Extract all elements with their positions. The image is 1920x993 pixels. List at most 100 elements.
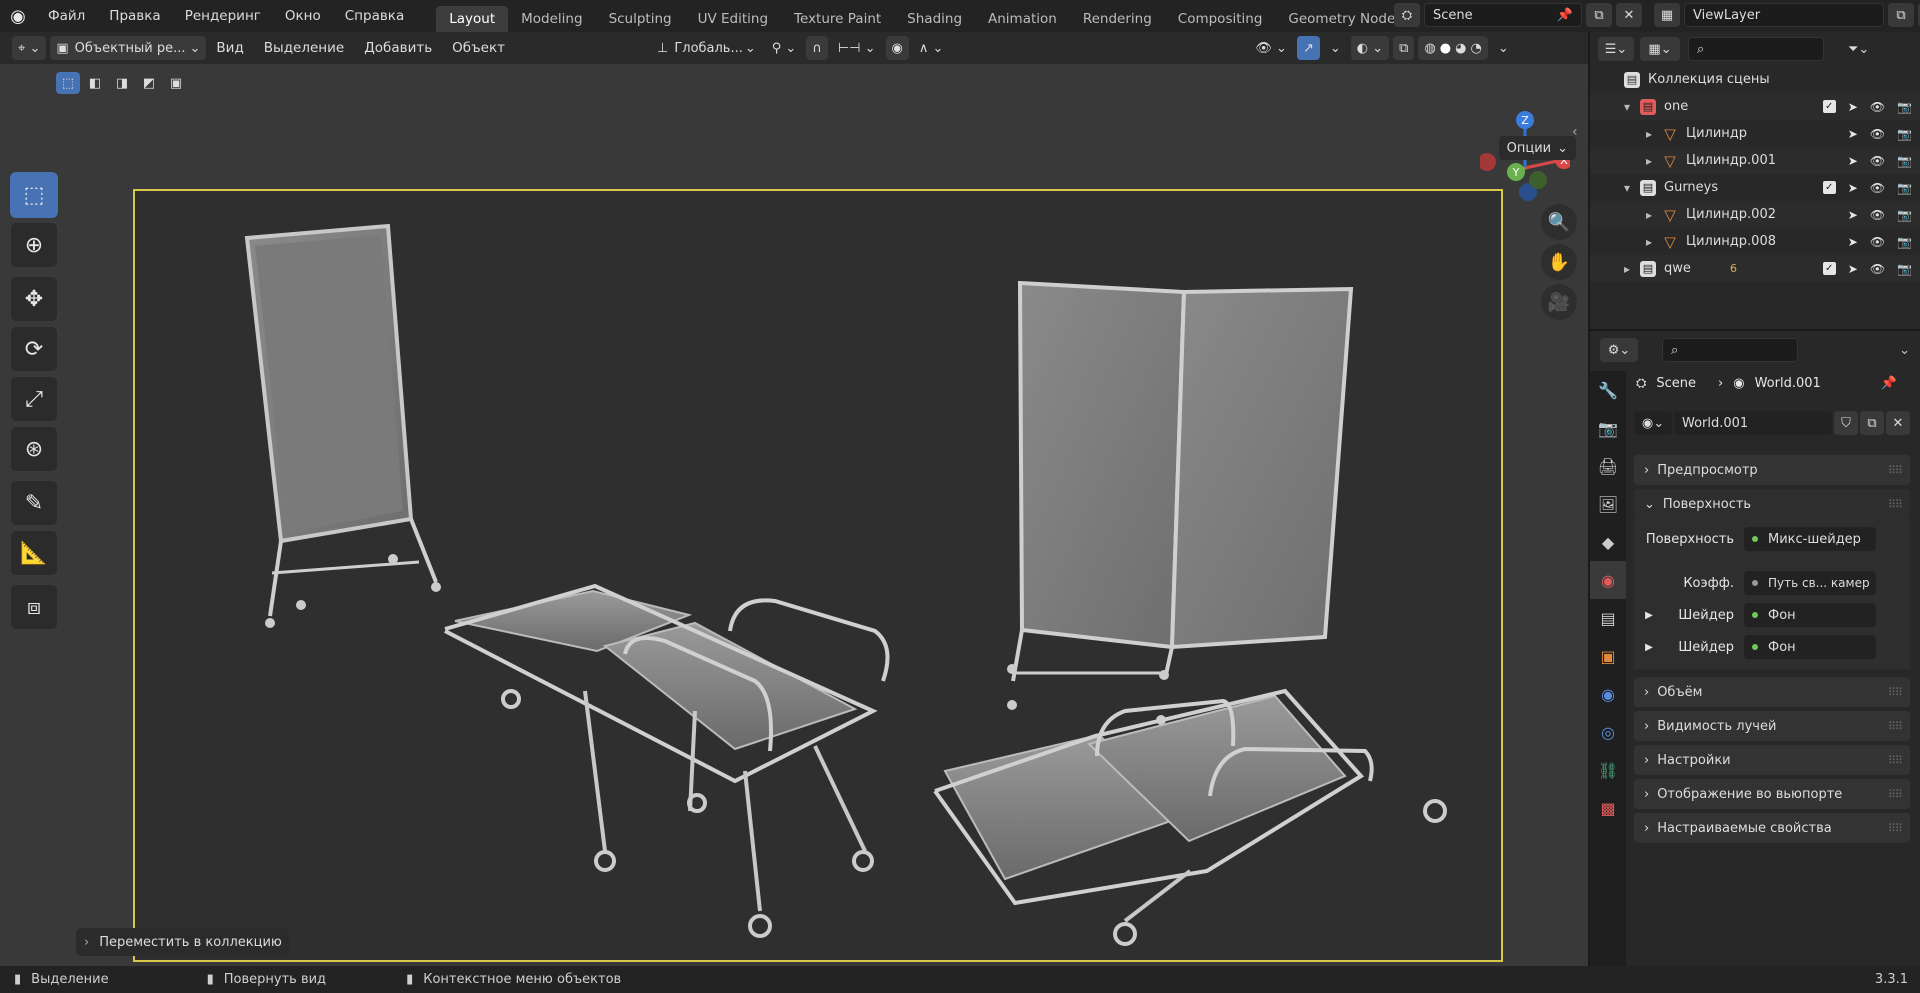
selectable-cursor-icon[interactable]: ➤ bbox=[1848, 154, 1858, 168]
expand-arrow-icon[interactable]: ▸ bbox=[1646, 154, 1662, 168]
render-tab-icon[interactable]: 📷 bbox=[1590, 409, 1626, 447]
select-extend-icon[interactable]: ◧ bbox=[83, 72, 107, 94]
wireframe-shading-icon[interactable]: ◍ bbox=[1424, 41, 1435, 56]
unlink-world-icon[interactable]: ✕ bbox=[1886, 411, 1910, 435]
tab-texture-paint[interactable]: Texture Paint bbox=[781, 6, 894, 32]
world-browse-icon[interactable]: ◉⌄ bbox=[1634, 411, 1672, 435]
snap-increment-icon[interactable]: ⊢⊣ ⌄ bbox=[831, 36, 882, 60]
last-operator-panel[interactable]: › Переместить в коллекцию bbox=[76, 928, 289, 956]
visibility-eye-icon[interactable]: 👁 ⌄ bbox=[1249, 36, 1293, 60]
menu-help[interactable]: Справка bbox=[333, 0, 416, 32]
exclude-checkbox[interactable]: ✓ bbox=[1822, 262, 1836, 275]
render-camera-icon[interactable]: 📷 bbox=[1897, 208, 1912, 222]
tool-tab-icon[interactable]: 🔧 bbox=[1590, 371, 1626, 409]
select-box-tool-icon[interactable]: ⬚ bbox=[10, 172, 58, 218]
render-camera-icon[interactable]: 📷 bbox=[1897, 235, 1912, 249]
world-name-field[interactable]: World.001 bbox=[1674, 411, 1832, 435]
properties-search-input[interactable]: ⌕ bbox=[1662, 338, 1798, 362]
outliner-object-row[interactable]: ▸ ▽ Цилиндр ➤ 👁 📷 bbox=[1590, 120, 1920, 147]
render-camera-icon[interactable]: 📷 bbox=[1897, 181, 1912, 195]
panel-surface[interactable]: ⌄ Поверхность ⠿⠿ bbox=[1634, 489, 1910, 519]
tab-modeling[interactable]: Modeling bbox=[508, 6, 595, 32]
shading-options-icon[interactable]: ⌄ bbox=[1491, 36, 1515, 60]
texture-tab-icon[interactable]: ▩ bbox=[1590, 789, 1626, 827]
selectable-cursor-icon[interactable]: ➤ bbox=[1848, 208, 1858, 222]
visibility-eye-icon[interactable]: 👁 bbox=[1870, 208, 1885, 222]
expand-arrow-icon[interactable]: ▾ bbox=[1624, 181, 1640, 195]
tab-animation[interactable]: Animation bbox=[975, 6, 1070, 32]
duplicate-world-icon[interactable]: ⧉ bbox=[1860, 411, 1884, 435]
tab-sculpting[interactable]: Sculpting bbox=[596, 6, 685, 32]
outliner-object-row[interactable]: ▸ ▽ Цилиндр.001 ➤ 👁 📷 bbox=[1590, 147, 1920, 174]
grip-icon[interactable]: ⠿⠿ bbox=[1888, 464, 1903, 477]
expand-arrow-icon[interactable]: ▸ bbox=[1646, 208, 1662, 222]
view-layer-tab-icon[interactable]: 🖼 bbox=[1590, 485, 1626, 523]
surface-shader-field[interactable]: Микс-шейдер bbox=[1744, 527, 1876, 551]
falloff-icon[interactable]: ∧ ⌄ bbox=[912, 36, 950, 60]
shader-field-1[interactable]: Фон bbox=[1744, 603, 1876, 627]
visibility-eye-icon[interactable]: 👁 bbox=[1870, 154, 1885, 168]
outliner-object-row[interactable]: ▸ ▽ Цилиндр.008 ➤ 👁 📷 bbox=[1590, 228, 1920, 255]
measure-tool-icon[interactable]: 📐 bbox=[10, 530, 58, 576]
chevron-down-icon[interactable]: ⌄ bbox=[1899, 343, 1910, 358]
new-viewlayer-icon[interactable]: ⧉ bbox=[1888, 3, 1914, 27]
pan-hand-icon[interactable]: ✋ bbox=[1541, 244, 1577, 280]
select-invert-icon[interactable]: ◩ bbox=[137, 72, 161, 94]
visibility-eye-icon[interactable]: 👁 bbox=[1870, 262, 1885, 276]
pin-icon[interactable]: 📌 bbox=[1557, 8, 1573, 23]
xray-icon[interactable]: ⧉ bbox=[1393, 36, 1415, 60]
scene-tab-icon[interactable]: ◆ bbox=[1590, 523, 1626, 561]
menu-edit[interactable]: Правка bbox=[97, 0, 172, 32]
scene-name-field[interactable]: Scene 📌 bbox=[1424, 3, 1582, 27]
menu-file[interactable]: Файл bbox=[36, 0, 97, 32]
outliner-editor-type-icon[interactable]: ☰⌄ bbox=[1598, 37, 1634, 61]
grip-icon[interactable]: ⠿⠿ bbox=[1888, 498, 1903, 511]
shader-field-2[interactable]: Фон bbox=[1744, 635, 1876, 659]
scene-icon[interactable]: ⛭ bbox=[1394, 3, 1420, 27]
outliner-root[interactable]: ▤ Коллекция сцены bbox=[1590, 66, 1920, 93]
delete-scene-icon[interactable]: ✕ bbox=[1616, 3, 1642, 27]
viewlayer-name-field[interactable]: ViewLayer bbox=[1684, 3, 1884, 27]
selectable-cursor-icon[interactable]: ➤ bbox=[1848, 100, 1858, 114]
expand-arrow-icon[interactable]: ▸ bbox=[1624, 262, 1640, 276]
pivot-icon[interactable]: ⚲ ⌄ bbox=[765, 36, 803, 60]
tab-compositing[interactable]: Compositing bbox=[1165, 6, 1276, 32]
tab-shading[interactable]: Shading bbox=[894, 6, 975, 32]
selectable-cursor-icon[interactable]: ➤ bbox=[1848, 127, 1858, 141]
panel-preview[interactable]: › Предпросмотр ⠿⠿ bbox=[1634, 455, 1910, 485]
new-scene-icon[interactable]: ⧉ bbox=[1586, 3, 1612, 27]
3d-viewport[interactable]: ⬚ ⊕ ✥ ⟳ ⤢ ⊛ ✎ 📐 ⧈ Z X Y 🔍 ✋ 🎥 ‹ Опции ⌄ bbox=[0, 64, 1588, 966]
material-shading-icon[interactable]: ◕ bbox=[1455, 41, 1466, 56]
overlay-icon[interactable]: ◐ ⌄ bbox=[1350, 36, 1390, 60]
expand-arrow-icon[interactable]: ▾ bbox=[1624, 100, 1640, 114]
render-camera-icon[interactable]: 📷 bbox=[1897, 154, 1912, 168]
panel-volume[interactable]: › Объём ⠿⠿ bbox=[1634, 677, 1910, 707]
select-subtract-icon[interactable]: ◨ bbox=[110, 72, 134, 94]
object-tab-icon[interactable]: ▣ bbox=[1590, 637, 1626, 675]
expand-triangle-icon[interactable]: ▶ bbox=[1634, 642, 1664, 653]
menu-window[interactable]: Окно bbox=[273, 0, 333, 32]
selectable-cursor-icon[interactable]: ➤ bbox=[1848, 181, 1858, 195]
expand-arrow-icon[interactable]: ▸ bbox=[1646, 127, 1662, 141]
camera-view-icon[interactable]: 🎥 bbox=[1541, 284, 1577, 320]
add-cube-tool-icon[interactable]: ⧈ bbox=[10, 584, 58, 630]
annotate-tool-icon[interactable]: ✎ bbox=[10, 480, 58, 526]
panel-viewport-display[interactable]: › Отображение во вьюпорте ⠿⠿ bbox=[1634, 779, 1910, 809]
collection-tab-icon[interactable]: ▤ bbox=[1590, 599, 1626, 637]
visibility-eye-icon[interactable]: 👁 bbox=[1870, 181, 1885, 195]
selectable-cursor-icon[interactable]: ➤ bbox=[1848, 235, 1858, 249]
outliner-search-input[interactable]: ⌕ bbox=[1688, 37, 1824, 61]
visibility-eye-icon[interactable]: 👁 bbox=[1870, 235, 1885, 249]
gizmo-chevron-icon[interactable]: ⌄ bbox=[1323, 36, 1347, 60]
selectable-cursor-icon[interactable]: ➤ bbox=[1848, 262, 1858, 276]
menu-object[interactable]: Объект bbox=[442, 40, 515, 56]
output-tab-icon[interactable]: 🖨 bbox=[1590, 447, 1626, 485]
visibility-eye-icon[interactable]: 👁 bbox=[1870, 127, 1885, 141]
menu-add[interactable]: Добавить bbox=[354, 40, 442, 56]
menu-view[interactable]: Вид bbox=[206, 40, 253, 56]
grip-icon[interactable]: ⠿⠿ bbox=[1888, 754, 1903, 767]
panel-ray-visibility[interactable]: › Видимость лучей ⠿⠿ bbox=[1634, 711, 1910, 741]
display-mode-icon[interactable]: ▦⌄ bbox=[1640, 37, 1680, 61]
exclude-checkbox[interactable]: ✓ bbox=[1822, 100, 1836, 113]
viewlayer-icon[interactable]: ▦ bbox=[1654, 3, 1680, 27]
